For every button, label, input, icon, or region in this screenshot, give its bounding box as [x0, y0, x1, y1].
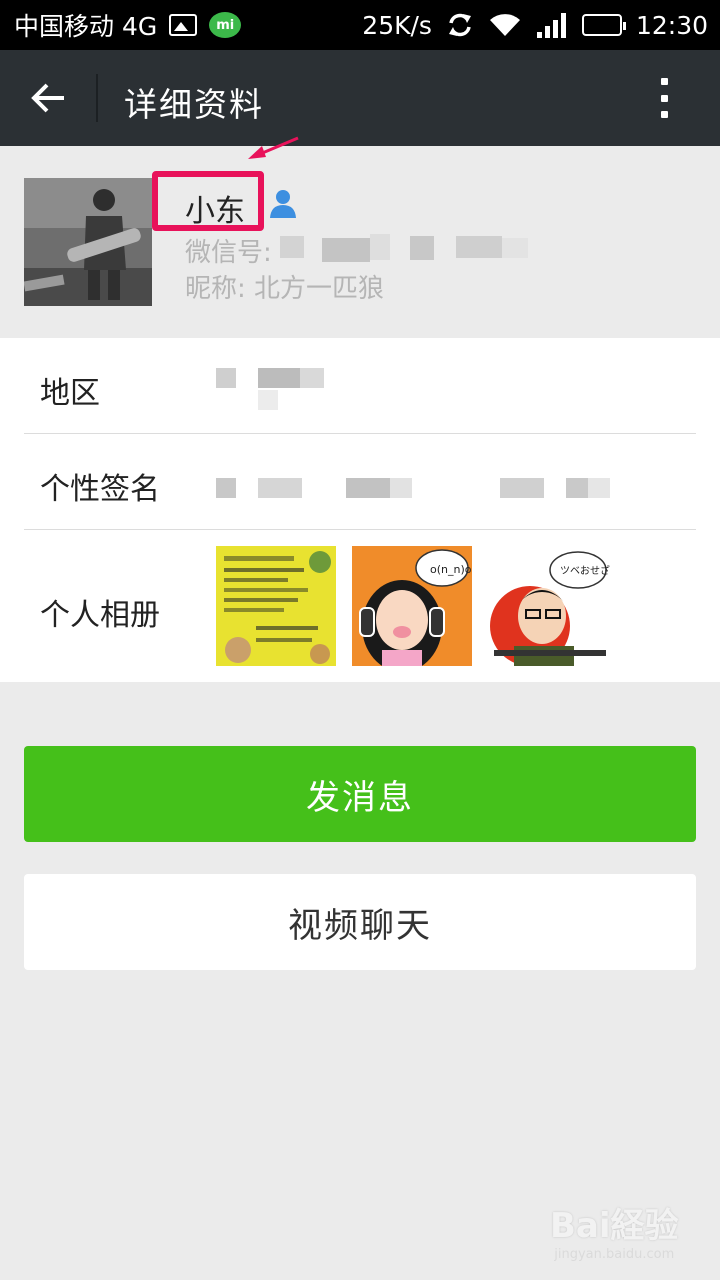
- censored-signature: [588, 478, 610, 498]
- profile-header: 小东 微信号: 昵称: 北方一匹狼: [0, 136, 720, 338]
- battery-icon: [581, 14, 626, 36]
- carrier-label: 中国移动 4G: [14, 12, 158, 41]
- details-panel: 地区 个性签名 个人相册 o(n_n)o ツベおせざ: [0, 338, 720, 682]
- clock: 12:30: [635, 10, 708, 40]
- svg-text:ツベおせざ: ツベおせざ: [560, 564, 610, 577]
- title-divider: [96, 74, 98, 122]
- censored-wechat-id: [280, 236, 304, 258]
- more-options-button[interactable]: [650, 78, 678, 118]
- avatar[interactable]: [24, 178, 152, 306]
- censored-signature: [500, 478, 544, 498]
- back-button[interactable]: [24, 78, 72, 118]
- status-bar: 中国移动 4G mi 25K/s 12:30: [0, 0, 720, 50]
- signature-label: 个性签名: [40, 472, 160, 507]
- watermark-brand: Bai経验: [550, 1206, 679, 1246]
- censored-signature: [346, 478, 390, 498]
- svg-text:o(n_n)o: o(n_n)o: [430, 563, 472, 576]
- nickname-text: 昵称: 北方一匹狼: [185, 274, 385, 304]
- album-thumbnail[interactable]: ツベおせざ: [490, 546, 610, 666]
- row-divider: [24, 433, 696, 434]
- more-dot-icon: [660, 94, 668, 102]
- censored-signature: [390, 478, 412, 498]
- censored-region: [258, 368, 300, 388]
- pointer-arrow-icon: [248, 136, 299, 159]
- image-notification-icon: [169, 14, 198, 36]
- send-message-button[interactable]: 发消息: [24, 746, 696, 842]
- contact-person-icon: [270, 190, 296, 218]
- title-bar: 详细资料: [0, 50, 720, 146]
- censored-signature: [566, 478, 588, 498]
- wechat-id-label: 微信号:: [185, 238, 272, 268]
- page-title: 详细资料: [124, 85, 264, 124]
- more-dot-icon: [660, 78, 668, 85]
- censored-wechat-id: [410, 236, 434, 260]
- baidu-watermark: Bai経验 jingyan.baidu.com: [550, 1198, 679, 1262]
- sync-icon: [448, 13, 471, 37]
- censored-wechat-id: [322, 238, 370, 262]
- more-dot-icon: [660, 111, 668, 118]
- censored-region: [258, 390, 278, 410]
- video-chat-button[interactable]: 视频聊天: [24, 874, 696, 970]
- wifi-icon: [489, 14, 520, 36]
- album-thumbnail[interactable]: [216, 546, 336, 666]
- censored-signature: [216, 478, 236, 498]
- censored-region: [300, 368, 324, 388]
- row-divider: [24, 529, 696, 530]
- signal-icon: [536, 13, 566, 38]
- album-thumbnail[interactable]: o(n_n)o: [352, 546, 472, 666]
- album-label: 个人相册: [40, 598, 160, 633]
- censored-region: [216, 368, 236, 388]
- profile-name: 小东: [185, 194, 245, 229]
- network-speed: 25K/s: [362, 10, 432, 40]
- censored-wechat-id: [456, 236, 502, 258]
- back-arrow-icon: [31, 83, 64, 113]
- mi-chat-icon: mi: [209, 12, 242, 38]
- region-label: 地区: [40, 376, 100, 411]
- censored-wechat-id: [370, 234, 390, 260]
- censored-wechat-id: [502, 238, 528, 258]
- watermark-url: jingyan.baidu.com: [554, 1247, 675, 1262]
- censored-signature: [258, 478, 302, 498]
